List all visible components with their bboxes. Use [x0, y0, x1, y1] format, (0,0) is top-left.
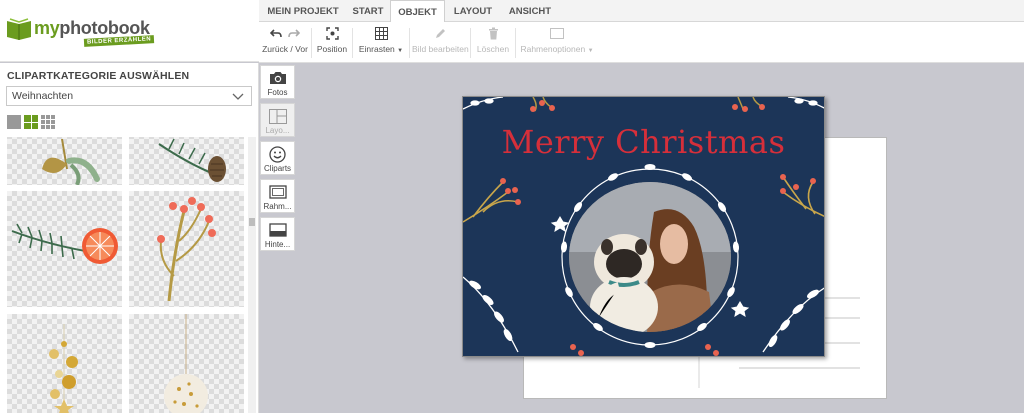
edit-image-button[interactable]: Bild bearbeiten	[412, 25, 469, 61]
postcard-front[interactable]: Merry Christmas	[462, 96, 825, 357]
grid-snap-icon	[374, 27, 388, 40]
object-toolbar: Zurück / Vor Position Einrasten ▼ Bild b…	[259, 22, 1024, 63]
position-label: Position	[316, 44, 348, 54]
trash-icon	[488, 27, 498, 40]
chevron-down-icon: ▼	[587, 48, 594, 54]
toolbar-divider	[515, 28, 516, 58]
frame-options-icon	[550, 28, 564, 39]
frame-options-dropdown[interactable]: Rahmenoptionen ▼	[518, 25, 596, 61]
clipart-scrollbar[interactable]	[248, 137, 256, 413]
tool-strip: Fotos Layo... Cliparts Rahm... Hinte...	[259, 63, 296, 413]
main-tabs: MEIN PROJEKT START OBJEKT LAYOUT ANSICHT	[259, 0, 1024, 23]
tool-cliparts[interactable]: Cliparts	[260, 141, 295, 175]
tool-layouts-label: Layo...	[265, 126, 290, 135]
clipart-category-select[interactable]: Weihnachten	[6, 86, 252, 106]
tool-hintergrund[interactable]: Hinte...	[260, 217, 295, 251]
tool-fotos-label: Fotos	[267, 88, 288, 97]
delete-button[interactable]: Löschen	[473, 25, 513, 61]
scrollbar-thumb[interactable]	[249, 218, 255, 226]
layout-icon	[268, 108, 287, 124]
photo-woman-with-pug	[569, 182, 731, 332]
thumbnail-size-toggles	[7, 115, 55, 129]
tool-rahmen[interactable]: Rahm...	[260, 179, 295, 213]
clipart-item[interactable]	[129, 137, 244, 185]
card-photo[interactable]	[569, 182, 731, 332]
edit-image-label: Bild bearbeiten	[412, 44, 469, 54]
clipart-panel: CLIPARTKATEGORIE AUSWÄHLEN Weihnachten	[0, 63, 259, 413]
bauble-clipart	[164, 314, 208, 413]
grid-small-icon[interactable]	[41, 115, 55, 129]
snap-label: Einrasten	[358, 44, 395, 54]
leaf-sprig-clipart	[42, 138, 100, 186]
background-icon	[268, 223, 287, 237]
tool-rahmen-label: Rahm...	[263, 202, 292, 211]
orange-slice-clipart	[11, 223, 118, 264]
tool-hintergrund-label: Hinte...	[264, 240, 291, 249]
smiley-icon	[269, 145, 286, 163]
undo-redo-label: Zurück / Vor	[262, 44, 308, 54]
grid-large-icon[interactable]	[7, 115, 21, 129]
clipart-grid	[0, 137, 246, 413]
tab-ansicht[interactable]: ANSICHT	[502, 0, 558, 22]
brand-logo-area: myphotobook BILDER ERZÄHLEN	[0, 0, 259, 62]
position-icon	[325, 27, 339, 40]
golden-ornaments-clipart	[49, 324, 78, 413]
tab-objekt[interactable]: OBJEKT	[390, 0, 445, 23]
position-button[interactable]: Position	[314, 25, 350, 61]
clipart-category-value: Weihnachten	[12, 90, 74, 102]
tool-cliparts-label: Cliparts	[263, 164, 292, 173]
clipart-item[interactable]	[7, 314, 122, 413]
toolbar-divider	[311, 28, 312, 58]
tool-layouts[interactable]: Layo...	[260, 103, 295, 137]
berry-branch-clipart	[157, 197, 216, 302]
redo-icon[interactable]	[288, 28, 300, 39]
toolbar-divider	[409, 28, 410, 58]
clipart-category-title: CLIPARTKATEGORIE AUSWÄHLEN	[7, 70, 190, 82]
clipart-item[interactable]	[129, 314, 244, 413]
chevron-down-icon: ▼	[397, 48, 404, 54]
toolbar-divider	[470, 28, 471, 58]
pine-cone-clipart	[158, 138, 226, 182]
pencil-icon	[436, 28, 445, 38]
frame-icon	[268, 185, 287, 199]
card-greeting[interactable]: Merry Christmas	[463, 123, 824, 161]
snap-dropdown[interactable]: Einrasten ▼	[355, 25, 407, 61]
tab-start[interactable]: START	[343, 0, 393, 22]
tab-layout[interactable]: LAYOUT	[448, 0, 498, 22]
clipart-item[interactable]	[7, 137, 122, 186]
delete-label: Löschen	[476, 44, 510, 54]
clipart-item[interactable]	[129, 191, 244, 307]
undo-icon[interactable]	[270, 28, 282, 39]
chevron-down-icon	[232, 93, 244, 100]
frame-options-label: Rahmenoptionen	[520, 44, 586, 54]
toolbar-divider	[352, 28, 353, 58]
tab-mein-projekt[interactable]: MEIN PROJEKT	[263, 0, 343, 22]
photobook-logo-icon	[7, 18, 31, 40]
camera-icon	[269, 72, 286, 84]
undo-redo-button[interactable]: Zurück / Vor	[261, 25, 309, 61]
grid-medium-icon[interactable]	[24, 115, 38, 129]
clipart-item[interactable]	[7, 191, 122, 307]
tool-fotos[interactable]: Fotos	[260, 65, 295, 99]
